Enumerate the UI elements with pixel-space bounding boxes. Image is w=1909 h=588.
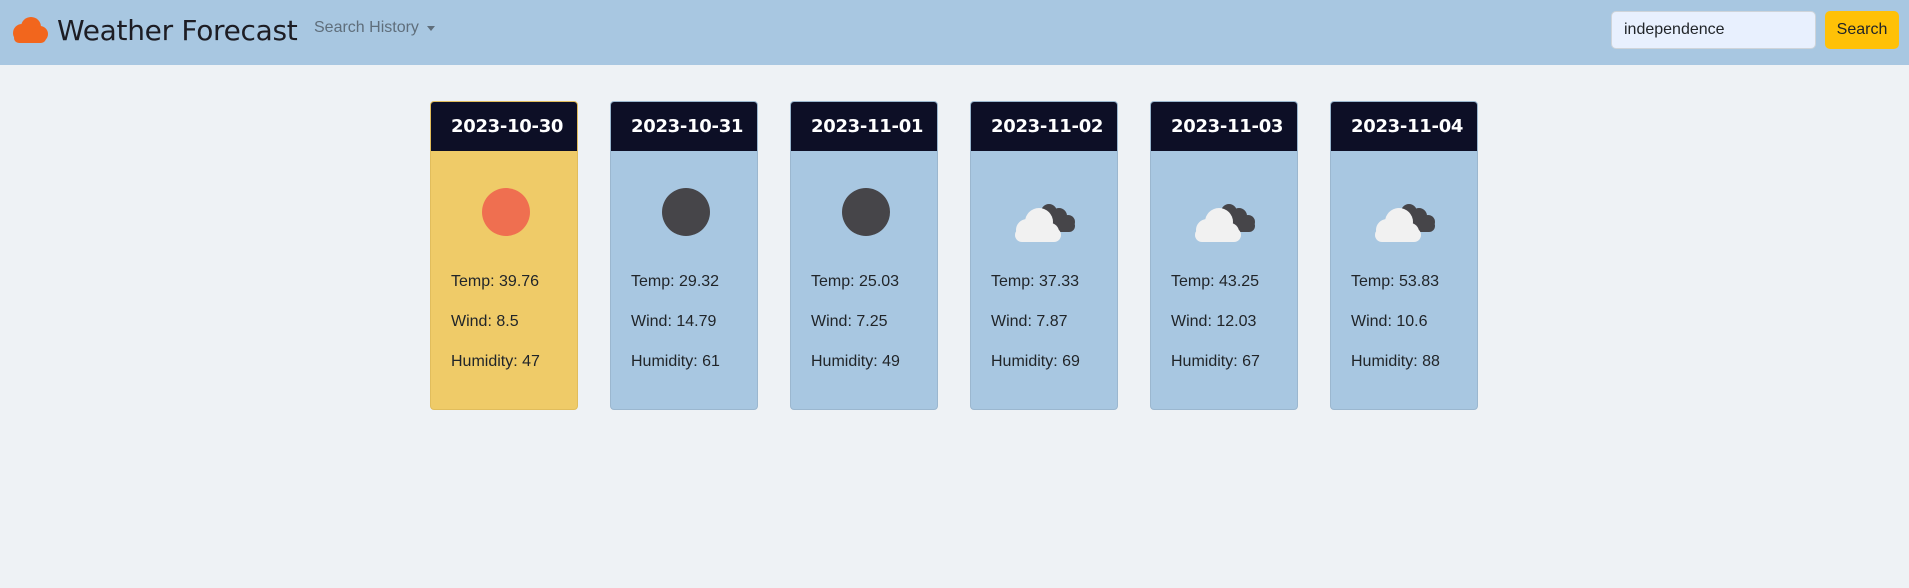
brand[interactable]: Weather Forecast (9, 10, 298, 50)
forecast-card: 2023-11-04 Temp: 53.83 Wind: 10.6 Humidi… (1330, 101, 1478, 410)
temperature: Temp: 43.25 (1171, 273, 1260, 290)
wind-speed: Wind: 7.87 (991, 313, 1068, 330)
forecast-date: 2023-10-31 (611, 102, 757, 151)
weather-icon-container (971, 184, 1117, 244)
weather-icon-container (1151, 184, 1297, 244)
humidity: Humidity: 47 (451, 353, 540, 370)
moon-icon (662, 188, 710, 236)
forecast-date: 2023-10-30 (431, 102, 577, 151)
cloud-icon (13, 17, 48, 43)
wind-speed: Wind: 14.79 (631, 313, 717, 330)
forecast-card: 2023-11-03 Temp: 43.25 Wind: 12.03 Humid… (1150, 101, 1298, 410)
forecast-date: 2023-11-02 (971, 102, 1117, 151)
clouds-icon (1015, 204, 1075, 242)
forecast-card: 2023-10-31 Temp: 29.32 Wind: 14.79 Humid… (610, 101, 758, 410)
clouds-icon (1195, 204, 1255, 242)
weather-icon-container (431, 184, 577, 244)
wind-speed: Wind: 8.5 (451, 313, 519, 330)
temperature: Temp: 29.32 (631, 273, 720, 290)
temperature: Temp: 37.33 (991, 273, 1080, 290)
search-history-dropdown[interactable]: Search History (314, 19, 435, 37)
humidity: Humidity: 67 (1171, 353, 1260, 370)
clouds-icon (1375, 204, 1435, 242)
moon-icon (842, 188, 890, 236)
sun-icon (482, 188, 530, 236)
forecast-date: 2023-11-04 (1331, 102, 1477, 151)
city-search-input[interactable] (1611, 11, 1816, 49)
forecast-date: 2023-11-01 (791, 102, 937, 151)
temperature: Temp: 25.03 (811, 273, 900, 290)
wind-speed: Wind: 12.03 (1171, 313, 1257, 330)
search-history-label: Search History (314, 19, 419, 36)
humidity: Humidity: 88 (1351, 353, 1440, 370)
search-button[interactable]: Search (1825, 11, 1899, 49)
navbar: Weather Forecast Search History Search (0, 0, 1909, 65)
forecast-card: 2023-10-30 Temp: 39.76 Wind: 8.5 Humidit… (430, 101, 578, 410)
wind-speed: Wind: 7.25 (811, 313, 888, 330)
caret-down-icon (426, 26, 435, 31)
forecast-card: 2023-11-01 Temp: 25.03 Wind: 7.25 Humidi… (790, 101, 938, 410)
humidity: Humidity: 49 (811, 353, 900, 370)
forecast-card: 2023-11-02 Temp: 37.33 Wind: 7.87 Humidi… (970, 101, 1118, 410)
temperature: Temp: 53.83 (1351, 273, 1440, 290)
wind-speed: Wind: 10.6 (1351, 313, 1428, 330)
temperature: Temp: 39.76 (451, 273, 540, 290)
app-title: Weather Forecast (57, 13, 298, 47)
weather-icon-container (1331, 184, 1477, 244)
weather-icon-container (611, 184, 757, 244)
weather-icon-container (791, 184, 937, 244)
humidity: Humidity: 61 (631, 353, 720, 370)
forecast-date: 2023-11-03 (1151, 102, 1297, 151)
humidity: Humidity: 69 (991, 353, 1080, 370)
